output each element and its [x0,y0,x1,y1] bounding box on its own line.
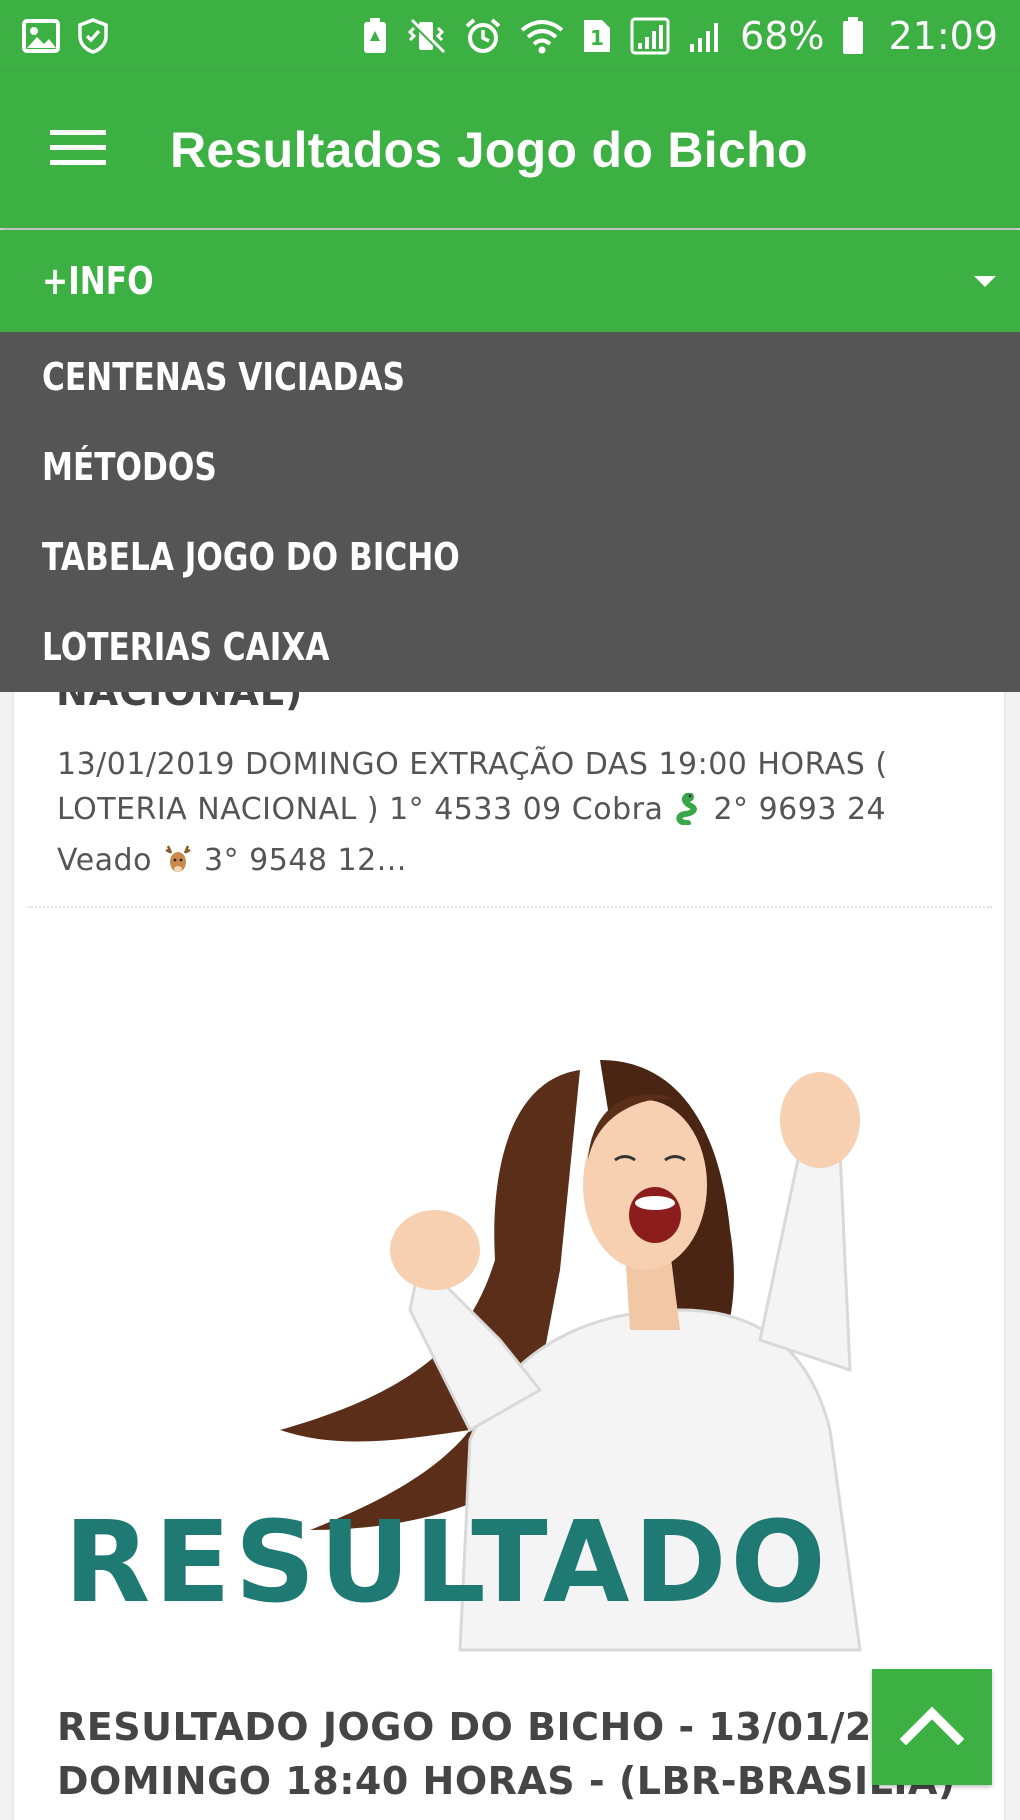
info-dropdown-menu: CENTENAS VICIADAS MÉTODOS TABELA JOGO DO… [0,332,1020,692]
menu-item-label: CENTENAS VICIADAS [42,355,405,399]
alarm-icon [464,17,502,55]
clock: 21:09 [888,14,998,58]
caret-down-icon [974,275,996,287]
shield-check-icon [78,18,108,54]
menu-item-label: MÉTODOS [42,445,217,489]
battery-icon [842,17,864,55]
app-title: Resultados Jogo do Bicho [170,122,808,178]
status-left [22,18,108,54]
excerpt-line: 13/01/2019 DOMINGO EXTRAÇÃO DAS 19:00 HO… [57,747,888,782]
deer-emoji-icon [162,844,194,889]
excerpt-line: 2° 9693 24 [703,792,887,827]
post-title[interactable]: RESULTADO JOGO DO BICHO - 13/01/20 DOMIN… [57,1700,957,1808]
excerpt-line: Veado [57,843,152,878]
battery-percent: 68% [740,14,825,58]
wifi-icon [520,18,564,54]
info-dropdown-label: +INFO [42,259,154,303]
post-title-line: RESULTADO JOGO DO BICHO - 13/01/20 [57,1705,899,1749]
hamburger-menu-icon [50,128,106,173]
back-to-top-button[interactable] [872,1669,992,1785]
status-right: 1 68% 21:09 [362,14,998,58]
svg-text:1: 1 [590,26,604,50]
post-title-line: DOMINGO 18:40 HORAS - (LBR-BRASILIA) [57,1759,956,1803]
post-excerpt[interactable]: 13/01/2019 DOMINGO EXTRAÇÃO DAS 19:00 HO… [57,742,957,889]
excerpt-line: LOTERIA NACIONAL ) 1° 4533 09 Cobra [57,792,664,827]
menu-item-metodos[interactable]: MÉTODOS [0,422,1020,512]
post-divider [28,906,992,908]
excerpt-line: 3° 9548 12... [193,843,407,878]
resultado-image-text: RESULTADO [64,1498,830,1628]
signal-icon-2 [688,18,722,54]
menu-item-label: TABELA JOGO DO BICHO [42,535,460,579]
vibrate-icon [406,18,446,54]
menu-item-loterias-caixa[interactable]: LOTERIAS CAIXA [0,602,1020,692]
signal-icon [630,17,670,55]
image-icon [22,19,60,53]
hamburger-menu-button[interactable] [38,120,118,180]
status-bar: 1 68% 21:09 [0,0,1020,72]
menu-item-tabela-jogo-do-bicho[interactable]: TABELA JOGO DO BICHO [0,512,1020,602]
menu-item-label: LOTERIAS CAIXA [42,625,330,669]
sim-1-icon: 1 [582,18,612,54]
snake-emoji-icon [673,792,703,838]
chevron-up-icon [899,1705,965,1750]
menu-item-centenas-viciadas[interactable]: CENTENAS VICIADAS [0,332,1020,422]
battery-saver-icon [362,17,388,55]
info-dropdown-toggle[interactable]: +INFO [0,230,1020,332]
app-bar: Resultados Jogo do Bicho [0,72,1020,228]
